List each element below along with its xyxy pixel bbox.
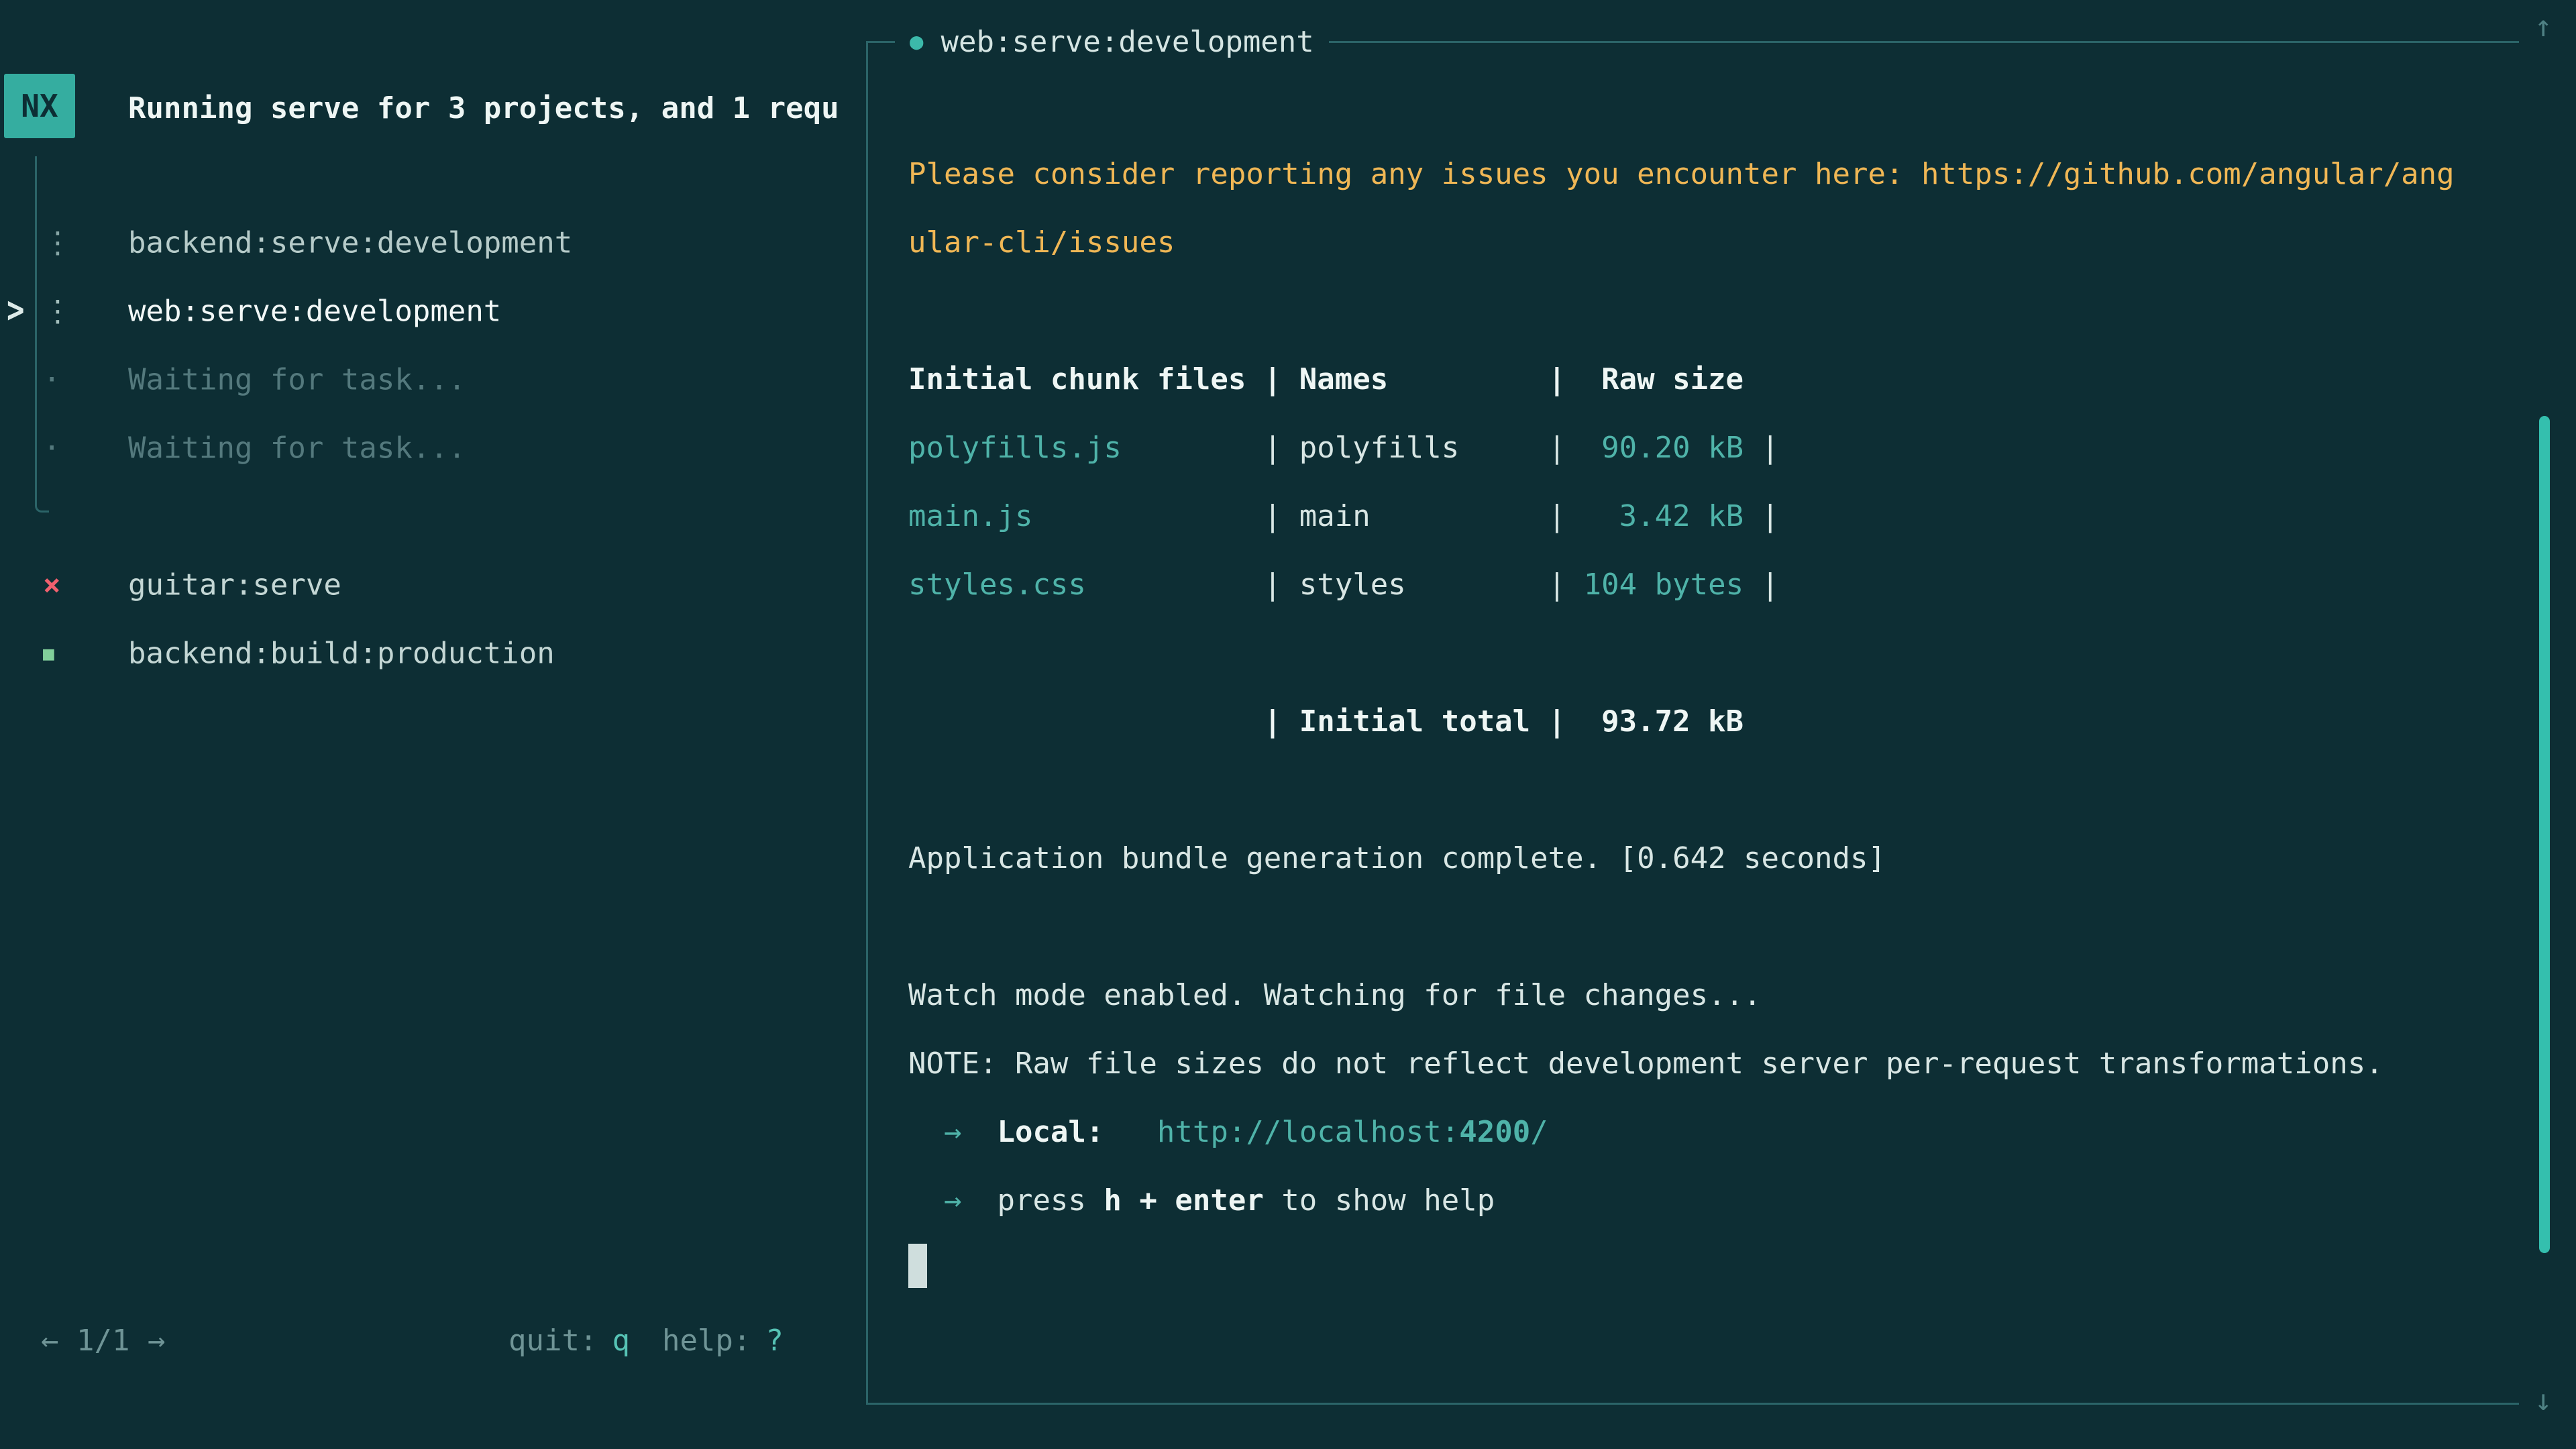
terminal-text-segment: to show help — [1264, 1183, 1495, 1218]
terminal-line: ular-cli/issues — [908, 209, 2455, 277]
terminal-text-segment: 4200 — [1459, 1115, 1530, 1149]
spinner-icon: ⋮ — [43, 294, 72, 329]
terminal-text-segment: Watch mode enabled. Watching for file ch… — [908, 978, 1762, 1012]
help-key: ? — [765, 1324, 784, 1358]
terminal-line: → press h + enter to show help — [908, 1167, 2455, 1235]
sidebar-title: Running serve for 3 projects, and 1 requ — [128, 91, 839, 125]
terminal-line: | Initial total | 93.72 kB — [908, 688, 2455, 756]
scroll-down-icon[interactable]: ↓ — [2534, 1383, 2553, 1417]
terminal-line: Initial chunk files | Names | Raw size — [908, 345, 2455, 414]
terminal-text-segment: 90.20 kB — [1601, 431, 1743, 465]
terminal-line: NOTE: Raw file sizes do not reflect deve… — [908, 1030, 2455, 1098]
terminal-text-segment: polyfills.js — [908, 431, 1122, 465]
task-label: Waiting for task... — [128, 363, 466, 397]
output-panel: ● web:serve:development Please consider … — [866, 41, 2519, 1405]
terminal-line: styles.css | styles | 104 bytes | — [908, 551, 2455, 619]
sidebar: NX Running serve for 3 projects, and 1 r… — [0, 0, 866, 1449]
task-label: backend:build:production — [128, 637, 555, 671]
task-label: backend:serve:development — [128, 226, 572, 260]
terminal-line: polyfills.js | polyfills | 90.20 kB | — [908, 414, 2455, 482]
help-hint-label: help: — [662, 1324, 751, 1358]
task-label: web:serve:development — [128, 294, 501, 329]
terminal-text-segment: main.js — [908, 499, 1032, 533]
terminal-text-segment: Application bundle generation complete. … — [908, 841, 1886, 875]
terminal-line: Please consider reporting any issues you… — [908, 140, 2455, 209]
terminal-text-segment: | polyfills | — [1122, 431, 1601, 465]
terminal-line — [908, 277, 2455, 345]
terminal-text-segment: press — [961, 1183, 1104, 1218]
pager[interactable]: ← 1/1 → — [41, 1324, 165, 1358]
terminal-line: Watch mode enabled. Watching for file ch… — [908, 961, 2455, 1030]
terminal-text-segment: → — [944, 1183, 962, 1218]
terminal-output[interactable]: Please consider reporting any issues you… — [908, 140, 2455, 1303]
terminal-text-segment: Initial chunk files | Names | Raw size — [908, 362, 1743, 396]
terminal-line: main.js | main | 3.42 kB | — [908, 482, 2455, 551]
terminal-text-segment — [908, 1115, 944, 1149]
scroll-up-icon[interactable]: ↑ — [2534, 9, 2553, 44]
terminal-line — [908, 893, 2455, 961]
terminal-text-segment: styles.css — [908, 568, 1086, 602]
nx-logo: NX — [4, 74, 75, 138]
terminal-text-segment: | Initial total | 93.72 kB — [908, 704, 1743, 739]
terminal-text-segment: → — [944, 1115, 962, 1149]
terminal-text-segment: 3.42 kB — [1619, 499, 1743, 533]
task-item-backend-build-production[interactable]: ■ backend:build:production — [0, 619, 865, 688]
task-item-backend-serve-development[interactable]: ⋮ backend:serve:development — [0, 209, 865, 277]
terminal-cursor — [908, 1244, 927, 1288]
task-item-waiting-for-task-[interactable]: · Waiting for task... — [0, 345, 865, 414]
terminal-text-segment: http://localhost: — [1157, 1115, 1459, 1149]
terminal-text-segment: NOTE: Raw file sizes do not reflect deve… — [908, 1046, 2383, 1081]
terminal-line: → Local: http://localhost:4200/ — [908, 1098, 2455, 1167]
terminal-text-segment: | main | — [1032, 499, 1619, 533]
terminal-text-segment: | — [1743, 499, 1779, 533]
output-panel-title: ● web:serve:development — [895, 19, 1329, 64]
task-item-guitar-serve[interactable]: × guitar:serve — [0, 551, 865, 619]
quit-key: q — [612, 1324, 630, 1358]
task-item-waiting-for-task-[interactable]: · Waiting for task... — [0, 414, 865, 482]
quit-hint-label: quit: — [508, 1324, 597, 1358]
terminal-line: Application bundle generation complete. … — [908, 824, 2455, 893]
terminal-line — [908, 756, 2455, 824]
terminal-text-segment: | — [1743, 568, 1779, 602]
terminal-line — [908, 1235, 2455, 1303]
terminal-text-segment: Local: — [997, 1115, 1104, 1149]
terminal-text-segment: / — [1530, 1115, 1548, 1149]
square-icon: ■ — [43, 643, 54, 665]
cross-icon: × — [43, 568, 61, 602]
terminal-text-segment: ular-cli/issues — [908, 225, 1175, 260]
task-item-web-serve-development[interactable]: ⋮ web:serve:development — [0, 277, 865, 345]
task-list-active: ⋮ backend:serve:development ⋮ web:serve:dev… — [0, 209, 865, 482]
terminal-text-segment: 104 bytes — [1584, 568, 1743, 602]
task-label: guitar:serve — [128, 568, 341, 602]
terminal-text-segment: h + enter — [1104, 1183, 1263, 1218]
terminal-text-segment: Please consider reporting any issues you… — [908, 157, 2455, 191]
terminal-line — [908, 619, 2455, 688]
waiting-icon: · — [43, 431, 61, 466]
scrollbar-thumb[interactable] — [2539, 416, 2550, 1253]
spinner-icon: ⋮ — [43, 226, 72, 260]
terminal-text-segment — [908, 1183, 944, 1218]
output-panel-title-text: web:serve:development — [941, 25, 1313, 59]
task-list-finished: × guitar:serve ■ backend:build:production — [0, 551, 865, 688]
terminal-text-segment — [961, 1115, 997, 1149]
terminal-text-segment — [1104, 1115, 1157, 1149]
terminal-text-segment: | — [1743, 431, 1779, 465]
keybinding-hints: quit: q help:? — [508, 1324, 784, 1358]
terminal-text-segment: | styles | — [1086, 568, 1584, 602]
task-label: Waiting for task... — [128, 431, 466, 466]
waiting-icon: · — [43, 363, 61, 397]
running-status-dot-icon: ● — [910, 28, 923, 55]
